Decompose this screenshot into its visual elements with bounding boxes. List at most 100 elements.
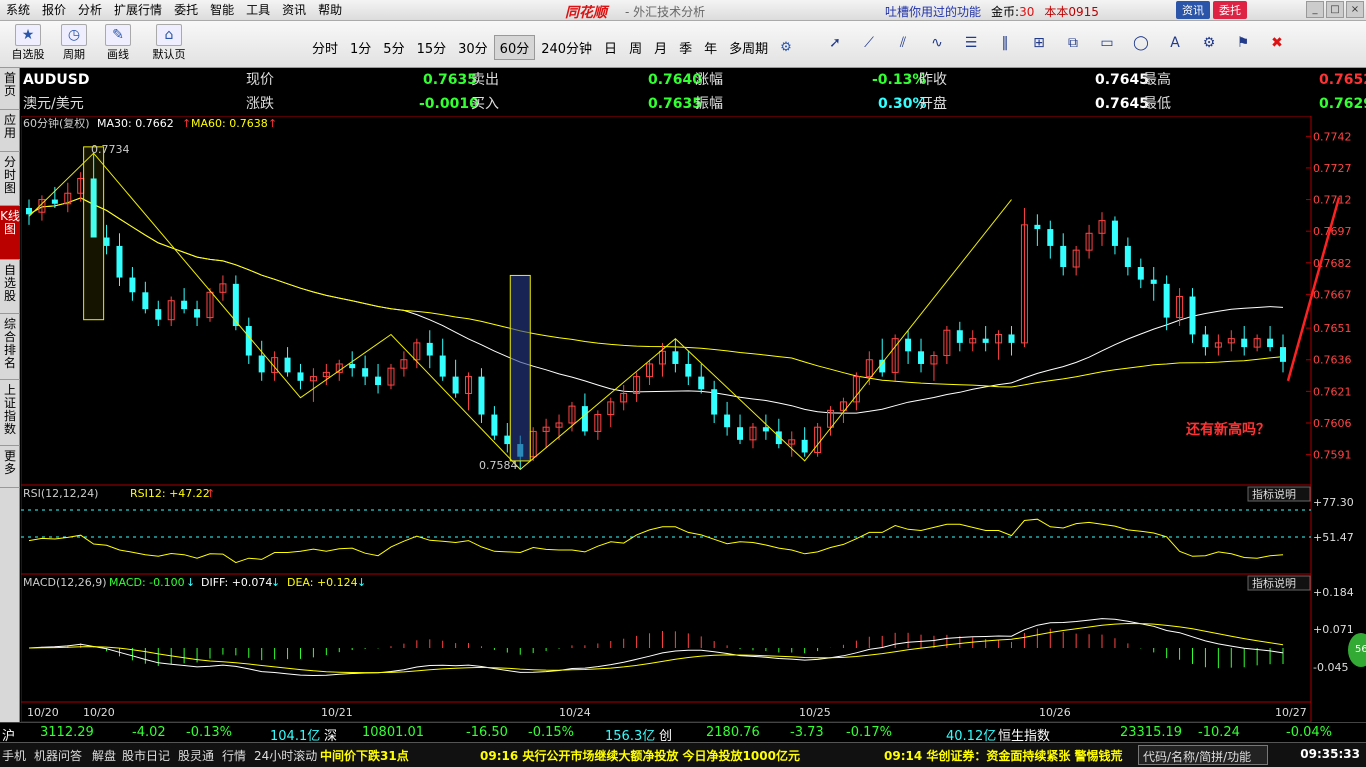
sz-value[interactable]: 10801.01 [362,725,424,740]
settings-icon[interactable]: ⚙ [774,37,798,58]
candle-body [1280,347,1286,362]
date-label: 10/27 [1275,706,1307,719]
candle-body [982,338,989,343]
news-tab-quote[interactable]: 行情 [222,747,246,764]
price-tick-label: 0.7591 [1313,449,1352,462]
line-icon[interactable]: ⟋ [854,35,884,51]
candlesticks [26,153,1286,470]
sz-change: -16.50 [466,725,508,740]
parallel-icon[interactable]: ⫽ [888,35,918,51]
rectangle-icon[interactable]: ▭ [1092,35,1122,51]
wave-icon[interactable]: ∿ [922,35,952,51]
draw-button[interactable]: ✎ 画线 [100,24,136,62]
nav-watchlist[interactable]: 自选股 [0,260,20,314]
news-tab-comment[interactable]: 解盘 [92,747,116,764]
hs-value[interactable]: 23315.19 [1120,725,1182,740]
ellipse-icon[interactable]: ◯ [1126,35,1156,51]
period-30m[interactable]: 30分 [452,35,494,60]
news-item-1[interactable]: 中间价下跌31点 [320,747,409,764]
news-item-2[interactable]: 09:16 央行公开市场继续大额净投放 今日净投放1000亿元 [480,747,800,764]
search-input[interactable]: 代码/名称/简拼/功能 [1138,745,1268,765]
sh-pct: -0.13% [186,725,232,740]
maximize-icon[interactable]: □ [1326,1,1344,18]
news-tab-24h[interactable]: 24小时滚动 [254,747,317,764]
channel-icon[interactable]: ⧉ [1058,35,1088,51]
label-prev-close: 昨收 [919,72,947,88]
nav-timeshare[interactable]: 分时图 [0,152,20,206]
period-15m[interactable]: 15分 [411,35,453,60]
period-60m[interactable]: 60分 [493,35,536,60]
delete-icon[interactable]: ✖ [1262,35,1292,51]
period-year[interactable]: 年 [698,35,723,60]
nav-ranking[interactable]: 综合排名 [0,314,20,380]
period-week[interactable]: 周 [623,35,648,60]
value-sell: 0.7640 [648,72,703,88]
main-chart-title: 60分钟(复权) [23,116,90,130]
minimize-icon[interactable]: _ [1306,1,1324,18]
menu-extended[interactable]: 扩展行情 [108,0,168,21]
nav-home[interactable]: 首页 [0,68,20,110]
menu-tools[interactable]: 工具 [240,0,276,21]
nav-sh-index[interactable]: 上证指数 [0,380,20,446]
nav-more[interactable]: 更多 [0,446,20,488]
menu-quote[interactable]: 报价 [36,0,72,21]
nav-apps[interactable]: 应用 [0,110,20,152]
period-240m[interactable]: 240分钟 [535,35,598,60]
kline-chart-svg[interactable]: 60分钟(复权) MA30: 0.7662 ↑ MA60: 0.7638 ↑ 0… [21,116,1366,722]
date-axis: 10/20 10/20 10/21 10/24 10/25 10/26 10/27 [27,706,1307,719]
ma60-polyline [28,197,1284,388]
period-1m[interactable]: 1分 [344,35,377,60]
period-tick[interactable]: 分时 [306,35,344,60]
news-tab-stock[interactable]: 股灵通 [178,747,214,764]
watchlist-label: 自选股 [11,48,45,61]
news-tab-mobile[interactable]: 手机 [2,747,26,764]
price-tick-label: 0.7621 [1313,385,1352,398]
menu-smart[interactable]: 智能 [204,0,240,21]
chart-area[interactable]: 60分钟(复权) MA30: 0.7662 ↑ MA60: 0.7638 ↑ 0… [21,116,1366,736]
menu-help[interactable]: 帮助 [312,0,348,21]
default-page-button[interactable]: ⌂ 默认页 [148,24,190,62]
gear-icon[interactable]: ⚙ [1194,35,1224,51]
period-button[interactable]: ◷ 周期 [56,24,92,62]
candle-body [452,376,459,394]
cy-change: -3.73 [790,725,824,740]
rsi-arrow: ↑ [206,487,215,500]
cy-value[interactable]: 2180.76 [706,725,760,740]
news-item-3[interactable]: 09:14 华创证券：资金面持续紧张 警惕钱荒 [884,747,1123,764]
period-quarter[interactable]: 季 [673,35,698,60]
flag-icon[interactable]: ⚑ [1228,35,1258,51]
nav-kline[interactable]: K线图 [0,206,20,260]
close-icon[interactable]: × [1346,1,1364,18]
fib-icon[interactable]: ☰ [956,35,986,51]
sh-value[interactable]: 3112.29 [40,725,94,740]
period-5m[interactable]: 5分 [377,35,410,60]
value-change: -0.0010 [419,96,479,112]
period-month[interactable]: 月 [648,35,673,60]
trade-button[interactable]: 委托 [1213,1,1247,19]
news-tab-diary[interactable]: 股市日记 [122,747,170,764]
menu-trade[interactable]: 委托 [168,0,204,21]
candle-body [439,355,446,377]
menu-news[interactable]: 资讯 [276,0,312,21]
period-multi[interactable]: 多周期 [723,35,774,60]
candle-body [1034,224,1041,230]
diff-arrow: ↓ [271,576,280,589]
news-tab-qa[interactable]: 机器问答 [34,747,82,764]
bars-icon[interactable]: ‖ [990,35,1020,51]
watchlist-button[interactable]: ★ 自选股 [8,24,48,62]
candle-body [1241,338,1248,348]
version-label: 本本0915 [1044,5,1099,19]
drawn-overlays [28,146,1341,471]
period-day[interactable]: 日 [598,35,623,60]
candle-body [26,207,32,215]
candle-body [349,363,356,369]
news-button[interactable]: 资讯 [1176,1,1210,19]
candle-body [698,376,705,390]
text-icon[interactable]: A [1160,35,1190,51]
promo-link[interactable]: 吐槽你用过的功能 [885,3,981,20]
grid-icon[interactable]: ⊞ [1024,35,1054,51]
candle-body [1137,267,1144,280]
cursor-icon[interactable]: ➚ [820,35,850,51]
menu-system[interactable]: 系统 [0,0,36,21]
menu-analysis[interactable]: 分析 [72,0,108,21]
